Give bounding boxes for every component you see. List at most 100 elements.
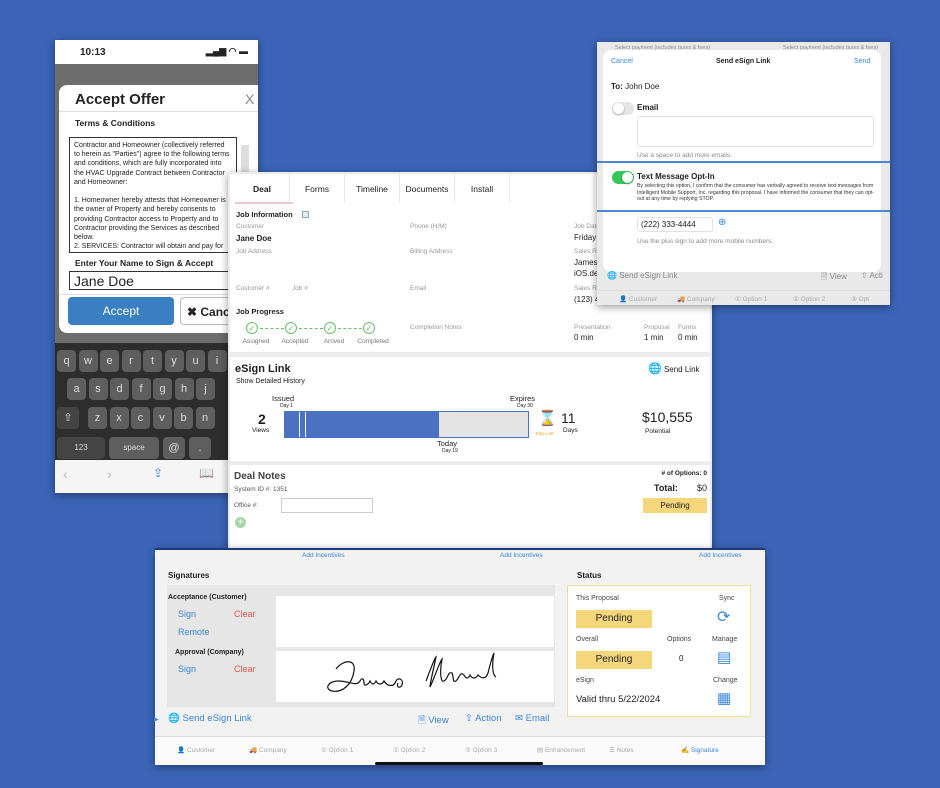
- key-n[interactable]: n: [195, 407, 215, 429]
- overall-label: Overall: [576, 636, 599, 643]
- tab-icon: 👤: [177, 747, 186, 754]
- key-h[interactable]: h: [174, 378, 194, 400]
- customer-clear-button[interactable]: Clear: [234, 609, 256, 619]
- key-d[interactable]: d: [110, 378, 129, 400]
- email-input[interactable]: [637, 116, 874, 147]
- tab-company[interactable]: 🚚 Company: [249, 746, 287, 754]
- tab-icon: ③: [465, 747, 471, 754]
- job-number-label: Job #: [292, 285, 308, 292]
- terms-heading: Terms & Conditions: [75, 118, 156, 128]
- sales-rep: James: [574, 258, 598, 267]
- at-key[interactable]: @: [163, 437, 185, 459]
- add-incentives-link[interactable]: Add Incentives: [302, 552, 345, 559]
- tab-option-1[interactable]: ① Option 1: [735, 295, 767, 303]
- customer-sign-button[interactable]: Sign: [178, 609, 196, 619]
- shift-key[interactable]: ⇧: [57, 407, 79, 429]
- close-button[interactable]: X: [245, 91, 254, 107]
- key-e[interactable]: e: [100, 350, 119, 372]
- key-x[interactable]: x: [109, 407, 129, 429]
- expires-label: Expires: [510, 394, 536, 403]
- view-button[interactable]: 🗎 View: [418, 713, 449, 729]
- modal-title: Accept Offer: [75, 91, 166, 108]
- recipient-name: John Doe: [625, 82, 660, 91]
- calendar-icon[interactable]: ▦: [717, 689, 731, 707]
- phone-hint: Use the plus sign to add more mobile num…: [637, 238, 774, 245]
- sms-toggle[interactable]: [612, 171, 634, 184]
- show-history-link[interactable]: Show Detailed History: [236, 378, 305, 385]
- bookmarks-icon[interactable]: 📖: [199, 466, 214, 480]
- view-button[interactable]: 🗎 View: [821, 271, 847, 285]
- tab-signature[interactable]: ✍ Signature: [681, 746, 719, 754]
- tab-opt[interactable]: ③ Opt: [851, 295, 869, 303]
- key-a[interactable]: a: [67, 378, 86, 400]
- tab-company[interactable]: 🚚 Company: [677, 295, 715, 303]
- key-b[interactable]: b: [174, 407, 193, 429]
- send-esign-link-button[interactable]: 🌐 Send eSign Link: [607, 271, 677, 280]
- company-clear-button[interactable]: Clear: [234, 664, 256, 674]
- dot-key[interactable]: .: [189, 437, 211, 459]
- office-input[interactable]: [281, 498, 373, 513]
- tab-icon: ②: [393, 747, 399, 754]
- accept-button[interactable]: Accept: [68, 297, 174, 325]
- tab-option-3[interactable]: ③ Option 3: [465, 746, 497, 754]
- tab-option-1[interactable]: ① Option 1: [321, 746, 353, 754]
- key-s[interactable]: s: [88, 378, 108, 400]
- key-c[interactable]: c: [131, 407, 150, 429]
- key-j[interactable]: j: [196, 378, 215, 400]
- sync-icon[interactable]: ⟳: [717, 607, 730, 627]
- customer-signature-pad[interactable]: [276, 596, 554, 647]
- email-toggle[interactable]: [612, 102, 634, 115]
- key-z[interactable]: z: [88, 407, 107, 429]
- tab-label: Company: [258, 747, 287, 754]
- tab-customer[interactable]: 👤 Customer: [619, 295, 657, 303]
- key-t[interactable]: t: [143, 350, 162, 372]
- check-circle-icon: ✓: [363, 322, 375, 334]
- send-link-label: Send Link: [663, 365, 700, 374]
- tab-timeline[interactable]: Timeline: [345, 174, 400, 202]
- cancel-button[interactable]: Cancel: [611, 58, 633, 65]
- deal-notes-card: Deal Notes System ID #: 1351 Office #: +…: [230, 465, 710, 550]
- tab-deal[interactable]: Deal: [235, 174, 290, 202]
- key-w[interactable]: w: [78, 350, 98, 372]
- key-q[interactable]: q: [57, 350, 76, 372]
- back-icon[interactable]: ‹: [63, 466, 68, 482]
- key-i[interactable]: i: [207, 350, 227, 372]
- tab-forms[interactable]: Forms: [290, 174, 345, 202]
- tab-enhancement[interactable]: ▤ Enhancement: [537, 746, 585, 754]
- key-g[interactable]: g: [153, 378, 172, 400]
- space-key[interactable]: space: [109, 437, 159, 459]
- tab-option-2[interactable]: ② Option 2: [793, 295, 825, 303]
- tab-notes[interactable]: ☰ Notes: [609, 746, 634, 754]
- add-note-icon[interactable]: +: [235, 517, 246, 528]
- add-incentives-link[interactable]: Add Incentives: [699, 552, 742, 559]
- share-icon[interactable]: ⇪: [153, 466, 163, 480]
- forward-icon[interactable]: ›: [107, 466, 112, 482]
- add-number-icon[interactable]: ⊕: [718, 217, 726, 228]
- sales-rep-email[interactable]: iOS.de: [574, 269, 598, 278]
- tab-option-2[interactable]: ② Option 2: [393, 746, 425, 754]
- key-y[interactable]: y: [164, 350, 184, 372]
- company-sign-button[interactable]: Sign: [178, 664, 196, 674]
- key-r[interactable]: r: [121, 350, 141, 372]
- email-button[interactable]: ✉ Email: [515, 713, 549, 724]
- action-button[interactable]: ⇧ Acti: [861, 271, 883, 280]
- tab-customer[interactable]: 👤 Customer: [177, 746, 215, 754]
- manage-icon[interactable]: ▤: [717, 648, 731, 666]
- tab-documents[interactable]: Documents: [400, 174, 455, 202]
- numbers-key[interactable]: 123: [57, 437, 105, 459]
- phone-input[interactable]: (222) 333-4444: [637, 217, 713, 232]
- system-id-value: 1351: [273, 486, 288, 493]
- company-signature-pad[interactable]: [276, 651, 554, 702]
- tab-install[interactable]: Install: [455, 174, 510, 202]
- key-u[interactable]: u: [186, 350, 205, 372]
- key-f[interactable]: f: [131, 378, 151, 400]
- remote-sign-button[interactable]: Remote: [178, 627, 210, 637]
- send-esign-link-button[interactable]: 🌐 Send eSign Link: [168, 713, 252, 724]
- add-incentives-link[interactable]: Add Incentives: [500, 552, 543, 559]
- key-v[interactable]: v: [152, 407, 172, 429]
- action-button[interactable]: ⇧ Action: [465, 713, 502, 724]
- terms-text[interactable]: Contractor and Homeowner (collectively r…: [69, 137, 237, 253]
- edit-icon[interactable]: [302, 211, 309, 218]
- send-button[interactable]: Send: [854, 58, 870, 65]
- send-link-button[interactable]: 🌐 Send Link: [648, 362, 700, 375]
